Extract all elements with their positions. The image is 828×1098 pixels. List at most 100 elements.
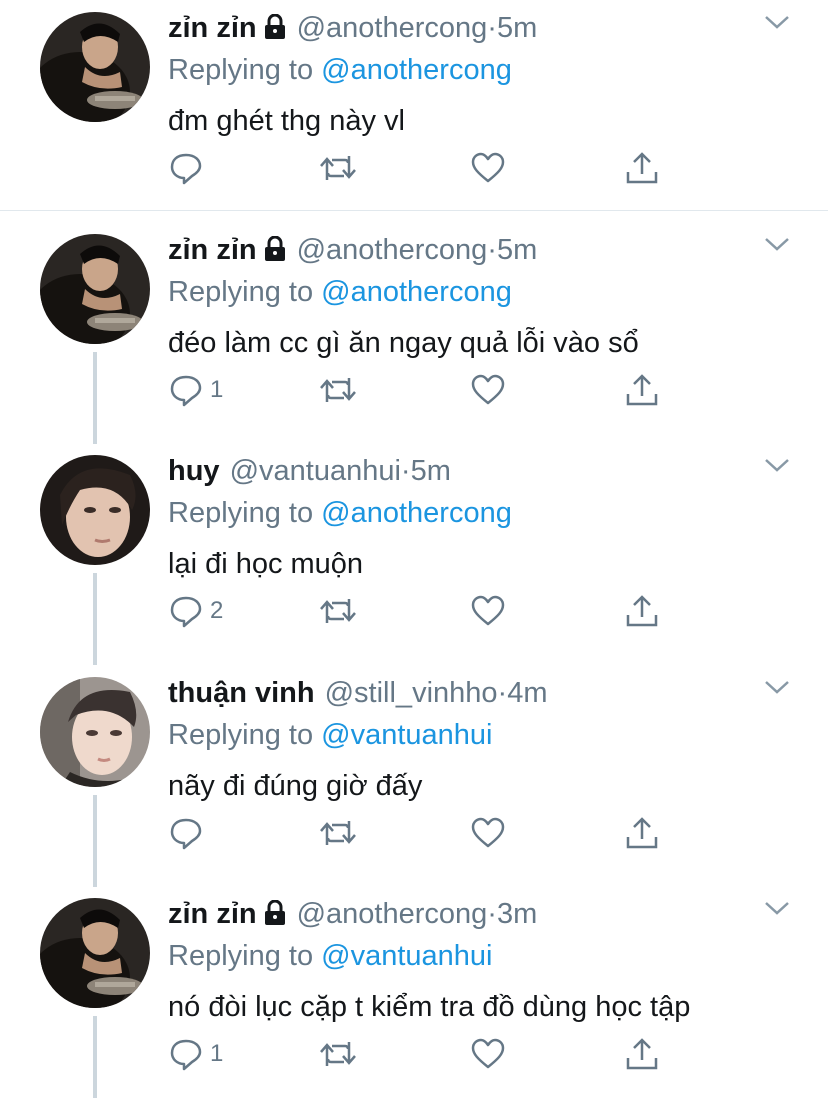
tweet-header: zỉn zỉn @anothercong·5m (168, 232, 537, 271)
tweet-actions (168, 813, 688, 853)
avatar[interactable] (40, 898, 150, 1008)
separator-dot: · (400, 455, 411, 487)
tweet[interactable]: zỉn zỉn @anothercong·5m Replying to @anot… (0, 0, 828, 210)
timestamp[interactable]: 5m (497, 12, 537, 44)
retweet-button[interactable] (318, 148, 358, 188)
chevron-down-icon[interactable] (762, 234, 792, 254)
retweet-icon (320, 156, 356, 180)
share-button[interactable] (624, 370, 660, 410)
mention-link[interactable]: @vantuanhui (321, 940, 492, 972)
tweet[interactable]: thuận vinh @still_vinhho·4m Replying to @… (0, 665, 828, 885)
share-icon (626, 374, 658, 406)
reply-button[interactable] (168, 813, 210, 853)
tweet-header: thuận vinh @still_vinhho·4m (168, 675, 548, 711)
chevron-down-icon[interactable] (762, 455, 792, 475)
tweet-text: đéo làm cc gì ăn ngay quả lỗi vào sổ (168, 327, 639, 359)
timestamp[interactable]: 5m (497, 234, 537, 266)
user-handle[interactable]: @vantuanhui (230, 455, 401, 487)
avatar[interactable] (40, 677, 150, 787)
share-button[interactable] (624, 591, 660, 631)
tweet-text: lại đi học muộn (168, 548, 364, 580)
retweet-button[interactable] (318, 813, 358, 853)
like-button[interactable] (470, 148, 506, 188)
share-button[interactable] (624, 813, 660, 853)
lock-icon (263, 899, 287, 935)
separator-dot: · (497, 677, 508, 709)
reply-button[interactable] (168, 148, 210, 188)
retweet-icon (320, 1042, 356, 1066)
thread-line (93, 1016, 97, 1098)
user-handle[interactable]: @still_vinhho (325, 677, 498, 709)
tweet-header: zỉn zỉn @anothercong·3m (168, 896, 537, 935)
like-button[interactable] (470, 813, 506, 853)
like-button[interactable] (470, 1034, 506, 1074)
display-name[interactable]: zỉn zỉn (168, 234, 257, 266)
like-icon (471, 152, 505, 183)
retweet-button[interactable] (318, 370, 358, 410)
mention-link[interactable]: @vantuanhui (321, 719, 492, 751)
thread-line (93, 573, 97, 665)
display-name[interactable]: zỉn zỉn (168, 898, 257, 930)
tweet-divider (0, 210, 828, 211)
display-name[interactable]: huy (168, 455, 220, 487)
mention-link[interactable]: @anothercong (321, 497, 512, 529)
chevron-down-icon[interactable] (762, 12, 792, 32)
thread-line (93, 795, 97, 887)
replying-to: Replying to @anothercong (168, 274, 512, 310)
share-icon (626, 152, 658, 184)
avatar[interactable] (40, 234, 150, 344)
reply-icon (170, 596, 202, 628)
timestamp[interactable]: 3m (497, 898, 537, 930)
tweet-actions: 2 (168, 591, 688, 631)
share-icon (626, 1038, 658, 1070)
replying-to: Replying to @vantuanhui (168, 717, 493, 753)
retweet-button[interactable] (318, 1034, 358, 1074)
separator-dot: · (487, 12, 497, 44)
timestamp[interactable]: 5m (411, 455, 451, 487)
retweet-button[interactable] (318, 591, 358, 631)
reply-icon (170, 153, 202, 185)
timestamp[interactable]: 4m (507, 677, 547, 709)
user-handle[interactable]: @anothercong (297, 234, 488, 266)
display-name[interactable]: zỉn zỉn (168, 12, 257, 44)
replying-to: Replying to @anothercong (168, 52, 512, 88)
share-button[interactable] (624, 148, 660, 188)
tweet[interactable]: zỉn zỉn @anothercong·3m Replying to @vant… (0, 886, 828, 1098)
like-icon (471, 595, 505, 626)
avatar[interactable] (40, 455, 150, 565)
tweet[interactable]: zỉn zỉn @anothercong·5m Replying to @anot… (0, 222, 828, 442)
replying-to-label: Replying to (168, 276, 322, 308)
replying-to-label: Replying to (168, 54, 322, 86)
replying-to: Replying to @anothercong (168, 495, 512, 531)
tweet-header: zỉn zỉn @anothercong·5m (168, 10, 537, 49)
chevron-down-icon[interactable] (762, 677, 792, 697)
tweet-text: nó đòi lục cặp t kiểm tra đồ dùng học tậ… (168, 991, 691, 1023)
reply-button[interactable]: 1 (168, 370, 223, 410)
retweet-icon (320, 821, 356, 845)
like-button[interactable] (470, 591, 506, 631)
user-handle[interactable]: @anothercong (297, 12, 488, 44)
like-icon (471, 817, 505, 848)
retweet-icon (320, 599, 356, 623)
reply-button[interactable]: 1 (168, 1034, 223, 1074)
replying-to-label: Replying to (168, 940, 322, 972)
share-button[interactable] (624, 1034, 660, 1074)
mention-link[interactable]: @anothercong (321, 276, 512, 308)
reply-count: 2 (210, 597, 224, 624)
replying-to-label: Replying to (168, 719, 322, 751)
reply-button[interactable]: 2 (168, 591, 223, 631)
chevron-down-icon[interactable] (762, 898, 792, 918)
tweet-text: nãy đi đúng giờ đấy (168, 770, 423, 802)
avatar[interactable] (40, 12, 150, 122)
tweet[interactable]: huy @vantuanhui·5m Replying to @anotherco… (0, 443, 828, 663)
user-handle[interactable]: @anothercong (297, 898, 488, 930)
display-name[interactable]: thuận vinh (168, 677, 315, 709)
reply-count: 1 (210, 376, 224, 403)
mention-link[interactable]: @anothercong (321, 54, 512, 86)
reply-icon (170, 818, 202, 850)
like-button[interactable] (470, 370, 506, 410)
reply-icon (170, 1039, 202, 1071)
tweet-header: huy @vantuanhui·5m (168, 453, 451, 489)
like-icon (471, 374, 505, 405)
separator-dot: · (487, 234, 497, 266)
